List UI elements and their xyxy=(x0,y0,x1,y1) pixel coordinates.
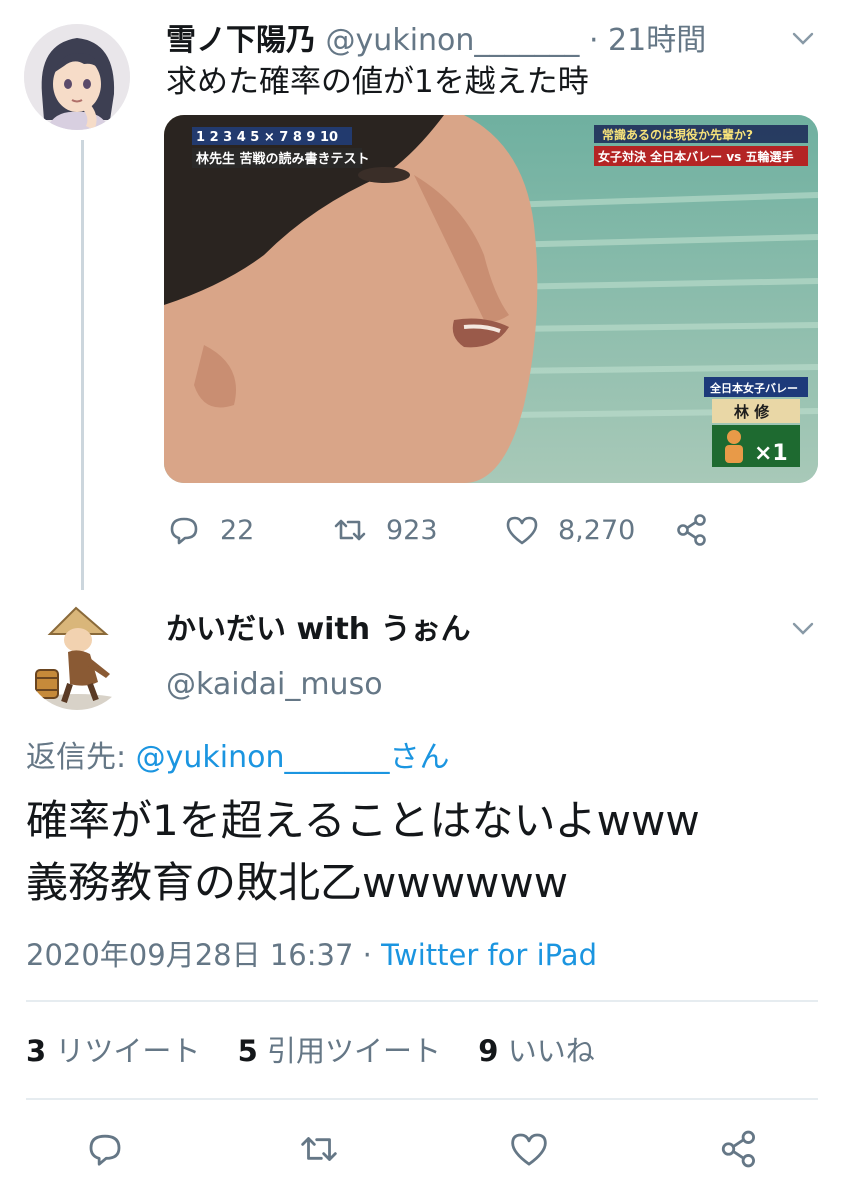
reply-button[interactable]: 22 xyxy=(166,508,254,552)
reply-tweet-text: 確率が1を超えることはないよwww 義務教育の敗北乙wwwwww xyxy=(26,790,700,914)
share-button[interactable] xyxy=(718,1128,760,1170)
parent-tweet[interactable]: 雪ノ下陽乃 @yukinon_______ · 21時間 求めた確率の値が1を越… xyxy=(0,0,843,590)
replying-mention-link[interactable]: @yukinon_______さん xyxy=(136,740,450,775)
heart-icon xyxy=(511,1133,547,1166)
replying-mention-handle[interactable]: @yukinon_______ xyxy=(136,740,390,775)
retweet-button[interactable] xyxy=(298,1128,340,1170)
reply-avatar[interactable] xyxy=(24,604,130,710)
retweet-button[interactable]: 923 xyxy=(332,508,438,552)
parent-tweet-header: 雪ノ下陽乃 @yukinon_______ · 21時間 xyxy=(166,22,706,60)
media-overlay-matchup: 女子対決 全日本バレー vs 五輪選手 xyxy=(598,149,794,164)
replying-to: 返信先: @yukinon_______さん xyxy=(26,738,450,778)
meta-separator: · xyxy=(362,938,372,972)
reply-display-name[interactable]: かいだい with うぉん xyxy=(166,610,471,650)
replying-mention-suffix[interactable]: さん xyxy=(390,740,450,775)
thread-connector-line xyxy=(81,140,84,590)
parent-tweet-text: 求めた確率の値が1を越えた時 xyxy=(166,64,589,100)
reply-text-line-1: 確率が1を超えることはないよwww xyxy=(26,796,700,845)
source-link[interactable]: Twitter for iPad xyxy=(381,938,597,972)
parent-handle[interactable]: @yukinon_______ xyxy=(326,23,580,58)
media-overlay-score: 1 2 3 4 5 × 7 8 9 10 xyxy=(196,130,338,145)
parent-action-bar: 22 923 8,270 xyxy=(166,508,766,552)
reply-meta: 2020年09月28日 16:37 · Twitter for iPad xyxy=(26,935,597,975)
share-button[interactable] xyxy=(674,508,728,552)
retweets-label: リツイート xyxy=(55,1034,201,1068)
quotes-count: 5 xyxy=(237,1034,258,1068)
like-button[interactable]: 8,270 xyxy=(504,508,635,552)
farmer-character-avatar-image xyxy=(24,604,130,710)
reply-icon xyxy=(170,517,198,545)
likes-count: 9 xyxy=(478,1034,499,1068)
divider xyxy=(26,1098,818,1100)
retweet-count: 923 xyxy=(386,514,438,546)
reply-timestamp[interactable]: 2020年09月28日 16:37 xyxy=(26,938,353,972)
parent-timestamp[interactable]: 21時間 xyxy=(608,23,706,58)
reply-text-line-2: 義務教育の敗北乙wwwwww xyxy=(26,858,569,907)
tweet-media-image[interactable]: 1 2 3 4 5 × 7 8 9 10 林先生 苦戦の読み書きテスト 常識ある… xyxy=(164,115,818,483)
retweet-icon xyxy=(301,1137,337,1161)
engagement-stats: 3 リツイート 5 引用ツイート 9 いいね xyxy=(26,1030,623,1072)
quotes-label: 引用ツイート xyxy=(267,1034,442,1068)
media-overlay-team: 全日本女子バレー xyxy=(709,381,798,395)
media-overlay-question: 常識あるのは現役か先輩か? xyxy=(602,127,753,142)
reply-handle[interactable]: @kaidai_muso xyxy=(166,665,383,705)
tv-screenshot-image: 1 2 3 4 5 × 7 8 9 10 林先生 苦戦の読み書きテスト 常識ある… xyxy=(164,115,818,483)
reply-icon xyxy=(89,1134,121,1166)
chevron-down-icon[interactable] xyxy=(788,614,818,644)
reply-count: 22 xyxy=(220,514,255,546)
quotes-stat[interactable]: 5 引用ツイート xyxy=(238,1034,441,1068)
parent-display-name[interactable]: 雪ノ下陽乃 xyxy=(166,23,316,58)
likes-stat[interactable]: 9 いいね xyxy=(478,1034,594,1068)
media-overlay-name: 林 修 xyxy=(734,403,770,421)
reply-button[interactable] xyxy=(84,1128,126,1170)
chevron-down-icon[interactable] xyxy=(788,24,818,54)
retweets-stat[interactable]: 3 リツイート xyxy=(26,1034,200,1068)
anime-girl-avatar-image xyxy=(24,24,130,130)
media-overlay-count: ×1 xyxy=(754,441,788,466)
reply-action-bar xyxy=(0,1128,843,1172)
like-count: 8,270 xyxy=(558,514,636,546)
media-overlay-title: 林先生 苦戦の読み書きテスト xyxy=(196,151,370,167)
replying-label: 返信先: xyxy=(26,740,127,775)
retweet-icon xyxy=(334,519,366,541)
share-icon xyxy=(677,514,706,546)
parent-avatar[interactable] xyxy=(24,24,130,130)
retweets-count: 3 xyxy=(26,1034,47,1068)
heart-icon xyxy=(506,516,538,545)
divider xyxy=(26,1000,818,1002)
like-button[interactable] xyxy=(508,1128,550,1170)
header-separator: · xyxy=(588,23,599,58)
likes-label: いいね xyxy=(507,1034,595,1068)
share-icon xyxy=(721,1130,755,1168)
